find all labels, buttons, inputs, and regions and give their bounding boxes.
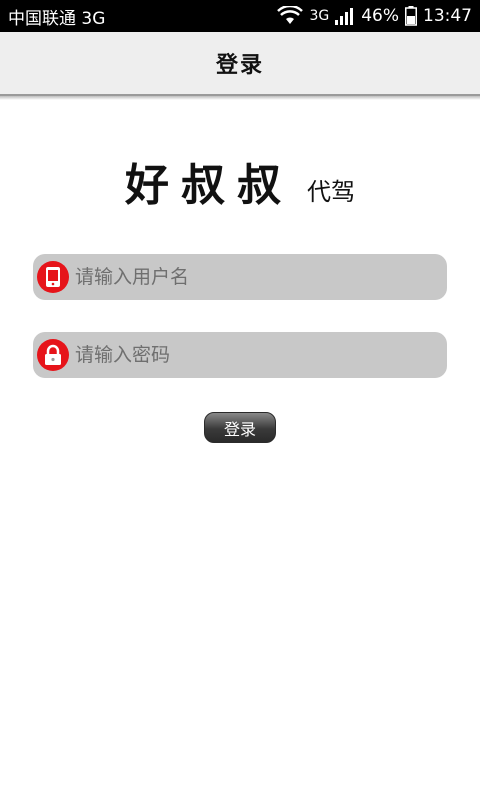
username-input[interactable] [73,256,447,298]
title-bar: 登录 [0,32,480,96]
password-input[interactable] [73,334,447,376]
status-right: 3G 46% 13:47 [277,6,472,26]
brand-header: 好叔叔 代驾 [0,148,480,208]
clock-label: 13:47 [423,6,472,26]
signal-icon [335,7,355,25]
phone-icon [37,261,69,293]
username-field[interactable] [33,254,447,300]
login-button[interactable]: 登录 [204,412,276,443]
lock-icon [37,339,69,371]
title-bar-shadow [0,96,480,100]
password-field[interactable] [33,332,447,378]
page-title: 登录 [215,53,264,78]
battery-icon [405,6,417,26]
brand-name: 好叔叔 [125,160,293,211]
status-left: 中国联通 3G [8,4,105,29]
network-type-label: 3G [309,8,330,24]
battery-percent-label: 46% [361,6,399,26]
brand-subtitle: 代驾 [307,178,355,206]
carrier-label: 中国联通 3G [8,8,106,29]
status-bar: 中国联通 3G 3G 46% 13:47 [0,0,480,32]
wifi-icon [277,6,304,26]
